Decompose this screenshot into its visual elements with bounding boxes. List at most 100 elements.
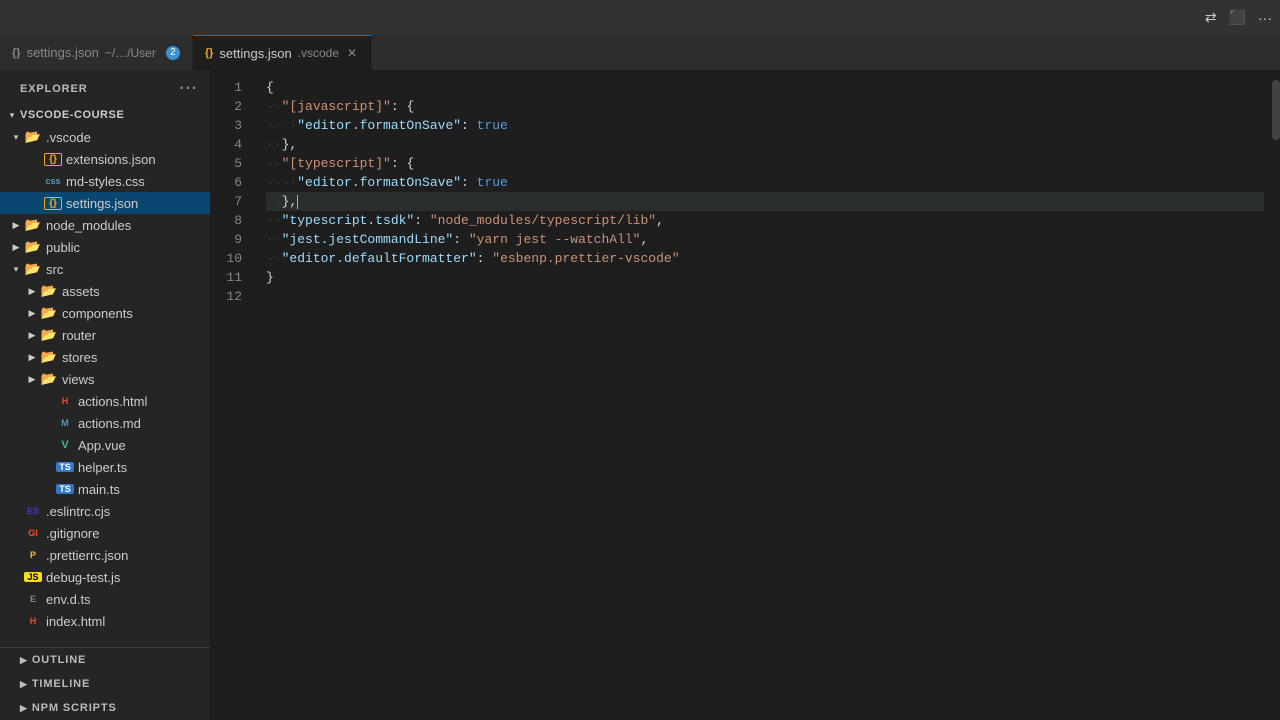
- indent-dots: ··: [266, 211, 282, 230]
- colon-token: :: [414, 211, 430, 230]
- comma-token: ,: [656, 211, 664, 230]
- tree-item-src[interactable]: ▾📂src: [0, 258, 210, 280]
- title-bar-right: ⇄ ⬛ ···: [1205, 9, 1272, 26]
- editor-scrollbar[interactable]: [1272, 70, 1280, 720]
- sidebar-section-npm-scripts[interactable]: ▶NPM SCRIPTS: [0, 696, 210, 720]
- remote-icon[interactable]: ⇄: [1205, 9, 1217, 26]
- tab-settings-user[interactable]: {}settings.json ~/…/User2: [0, 35, 193, 70]
- tree-item-node-modules[interactable]: ▶📂 node_modules: [0, 214, 210, 236]
- editor-content[interactable]: 123456789101112 {··"[javascript]": {····…: [210, 70, 1280, 720]
- line-number: 5: [210, 154, 242, 173]
- sidebar-more-button[interactable]: ···: [179, 80, 198, 98]
- file-type-icon: 📂: [24, 129, 42, 145]
- code-line: ··},: [266, 192, 1264, 211]
- brace-token: }: [266, 268, 274, 287]
- tab-settings-vscode[interactable]: {}settings.json .vscode✕: [193, 35, 372, 70]
- brace-token: {: [406, 97, 414, 116]
- file-type-icon: P: [24, 550, 42, 560]
- tab-icon: {}: [205, 47, 214, 59]
- tab-close-button[interactable]: ✕: [345, 45, 359, 61]
- tree-item-debug-test[interactable]: JSdebug-test.js: [0, 566, 210, 588]
- file-type-icon: 📂: [40, 283, 58, 299]
- cursor: [297, 195, 298, 209]
- line-numbers: 123456789101112: [210, 70, 250, 720]
- tree-item-stores[interactable]: ▶📂stores: [0, 346, 210, 368]
- line-number: 2: [210, 97, 242, 116]
- file-type-icon: V: [56, 439, 74, 451]
- sidebar-section-timeline[interactable]: ▶TIMELINE: [0, 672, 210, 696]
- sidebar-section-outline[interactable]: ▶OUTLINE: [0, 648, 210, 672]
- line-number: 3: [210, 116, 242, 135]
- tree-item-views[interactable]: ▶📂views: [0, 368, 210, 390]
- minimap: [1264, 70, 1272, 720]
- code-line: }: [266, 268, 1264, 287]
- code-line: ····"editor.formatOnSave": true: [266, 116, 1264, 135]
- file-type-icon: {}: [44, 153, 62, 166]
- tree-item-components[interactable]: ▶📂components: [0, 302, 210, 324]
- code-line: ··"typescript.tsdk": "node_modules/types…: [266, 211, 1264, 230]
- tree-item-actions-html[interactable]: Hactions.html: [0, 390, 210, 412]
- brace-token: {: [406, 154, 414, 173]
- scrollbar-thumb[interactable]: [1272, 80, 1280, 140]
- file-type-icon: 📂: [24, 217, 42, 233]
- file-type-icon: JS: [24, 572, 42, 582]
- indent-dots: ··: [266, 249, 282, 268]
- tree-item-assets[interactable]: ▶📂assets: [0, 280, 210, 302]
- tree-arrow: ▶: [24, 330, 40, 341]
- more-icon[interactable]: ···: [1258, 10, 1272, 26]
- tree-item-public[interactable]: ▶📂public: [0, 236, 210, 258]
- project-root[interactable]: ▾ VSCODE-COURSE: [0, 104, 210, 126]
- code-line: ··"editor.defaultFormatter": "esbenp.pre…: [266, 249, 1264, 268]
- tree-item-app-vue[interactable]: V App.vue: [0, 434, 210, 456]
- brace-token: },: [282, 192, 298, 211]
- tree-arrow: ▶: [24, 374, 40, 385]
- file-name-label: .vscode: [46, 130, 91, 145]
- file-name-label: node_modules: [46, 218, 131, 233]
- file-type-icon: css: [44, 176, 62, 186]
- tree-item-vscode-folder[interactable]: ▾📂.vscode: [0, 126, 210, 148]
- indent-dots: ··: [266, 192, 282, 211]
- explorer-title: EXPLORER: [20, 83, 88, 95]
- tree-item-env-d-ts[interactable]: Eenv.d.ts: [0, 588, 210, 610]
- tree-item-main-ts[interactable]: TSmain.ts: [0, 478, 210, 500]
- file-type-icon: {}: [44, 197, 62, 210]
- file-name-label: md-styles.css: [66, 174, 145, 189]
- tree-item-helper-ts[interactable]: TShelper.ts: [0, 456, 210, 478]
- tab-badge: 2: [166, 46, 180, 60]
- string-token: "esbenp.prettier-vscode": [492, 249, 679, 268]
- key-token: "editor.formatOnSave": [297, 116, 461, 135]
- colon-token: :: [461, 116, 477, 135]
- tree-item-extensions-json[interactable]: {}extensions.json: [0, 148, 210, 170]
- tree-item-prettierrc[interactable]: P.prettierrc.json: [0, 544, 210, 566]
- code-area[interactable]: {··"[javascript]": {····"editor.formatOn…: [250, 70, 1264, 720]
- indent-dots: ··: [266, 154, 282, 173]
- layout-icon[interactable]: ⬛: [1229, 9, 1246, 26]
- tab-name: settings.json: [27, 45, 99, 60]
- key-token: "editor.formatOnSave": [297, 173, 461, 192]
- tree-item-md-styles-css[interactable]: css md-styles.css: [0, 170, 210, 192]
- file-name-label: .eslintrc.cjs: [46, 504, 110, 519]
- file-name-label: actions.html: [78, 394, 147, 409]
- tree-arrow: ▾: [8, 264, 24, 275]
- colon-token: :: [453, 230, 469, 249]
- file-type-icon: TS: [56, 462, 74, 472]
- tree-item-gitignore[interactable]: GI.gitignore: [0, 522, 210, 544]
- key-token: "editor.defaultFormatter": [282, 249, 477, 268]
- colon-token: :: [391, 97, 407, 116]
- tab-path: .vscode: [298, 46, 339, 60]
- tree-arrow: ▶: [8, 220, 24, 231]
- tree-item-actions-md[interactable]: Mactions.md: [0, 412, 210, 434]
- indent-dots: ····: [266, 116, 297, 135]
- tree-item-index-html[interactable]: Hindex.html: [0, 610, 210, 632]
- tree-item-settings-json[interactable]: {}settings.json: [0, 192, 210, 214]
- file-name-label: App.vue: [78, 438, 126, 453]
- key-token: "jest.jestCommandLine": [282, 230, 454, 249]
- tree-item-router[interactable]: ▶📂router: [0, 324, 210, 346]
- line-number: 9: [210, 230, 242, 249]
- tree-item-eslintrc[interactable]: ES.eslintrc.cjs: [0, 500, 210, 522]
- tree-arrow: ▶: [24, 308, 40, 319]
- section-arrow: ▶: [20, 679, 28, 690]
- line-number: 4: [210, 135, 242, 154]
- string-token: "[javascript]": [282, 97, 391, 116]
- title-bar: ⇄ ⬛ ···: [0, 0, 1280, 35]
